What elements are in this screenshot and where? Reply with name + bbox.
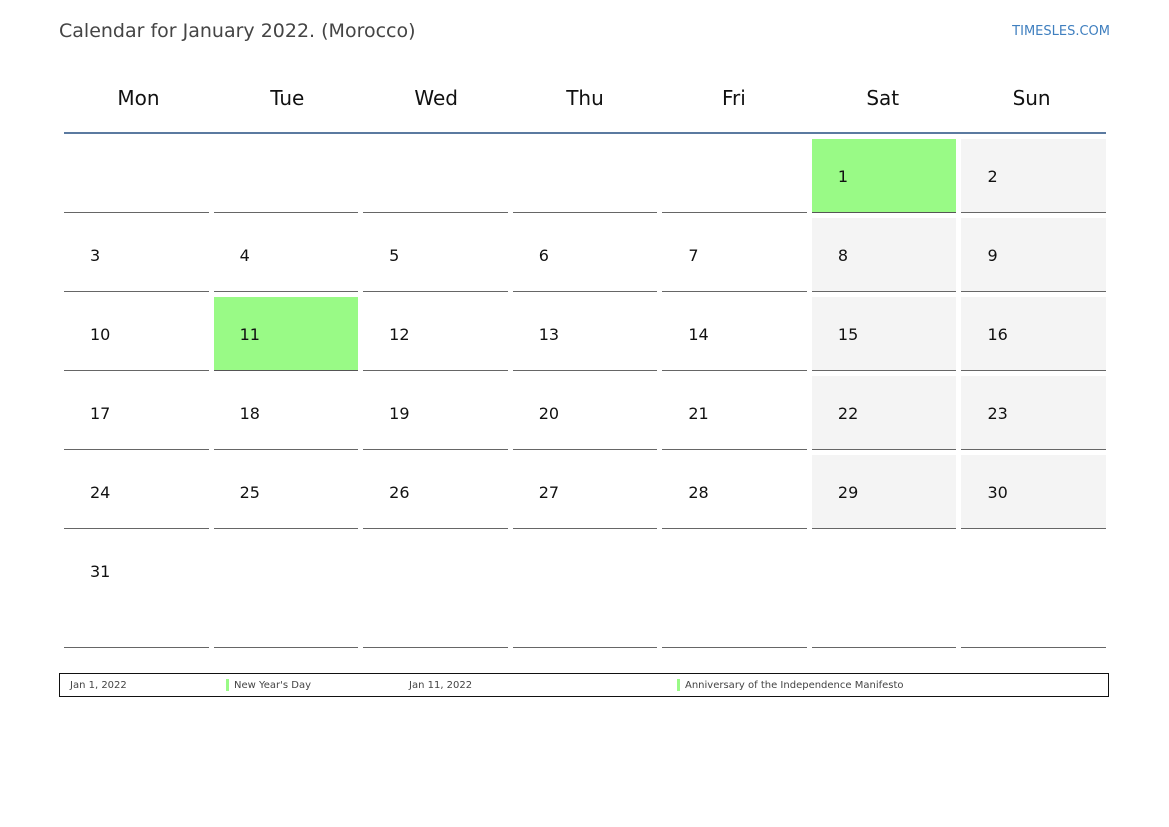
day-number: 27 [538, 483, 560, 502]
day-number: 7 [688, 246, 699, 265]
day-cell [64, 139, 209, 213]
weekday-fri: Fri [721, 86, 746, 110]
day-cell[interactable]: 13 [512, 297, 658, 371]
weekday-wed: Wed [414, 86, 458, 110]
day-cell [213, 534, 359, 648]
day-cell[interactable]: 15 [811, 297, 957, 371]
day-cell[interactable]: 28 [662, 455, 807, 529]
weekday-sun: Sun [1012, 86, 1051, 110]
day-cell[interactable]: 21 [662, 376, 807, 450]
day-number: 23 [987, 404, 1008, 423]
day-cell [662, 139, 807, 213]
day-number: 3 [90, 246, 101, 265]
day-cell[interactable]: 4 [213, 218, 359, 292]
legend-color-mark [677, 679, 680, 691]
day-cell[interactable]: 19 [363, 376, 508, 450]
day-number: 18 [239, 404, 260, 423]
day-number: 22 [837, 404, 859, 423]
day-cell[interactable]: 29 [811, 455, 957, 529]
day-number: 20 [538, 404, 560, 423]
day-number: 16 [987, 325, 1008, 344]
day-number: 12 [389, 325, 410, 344]
day-cell[interactable]: 10 [64, 297, 209, 371]
day-number: 10 [90, 325, 111, 344]
day-cell[interactable]: 3 [64, 218, 209, 292]
day-cell[interactable]: 14 [662, 297, 807, 371]
day-number: 6 [538, 246, 549, 265]
day-number: 17 [90, 404, 111, 423]
legend-color-mark [226, 679, 229, 691]
day-cell[interactable]: 17 [64, 376, 209, 450]
day-cell [213, 139, 359, 213]
week-row: 12 [64, 139, 1107, 213]
day-number: 1 [837, 167, 849, 186]
day-cell [363, 139, 508, 213]
page-title: Calendar for January 2022. (Morocco) [59, 20, 416, 42]
day-number: 2 [987, 167, 998, 186]
day-cell[interactable]: 9 [961, 218, 1107, 292]
day-cell[interactable]: 31 [64, 534, 209, 648]
day-cell[interactable]: 25 [213, 455, 359, 529]
day-cell[interactable]: 30 [961, 455, 1107, 529]
day-number: 31 [90, 562, 111, 581]
holiday-legend: Jan 1, 2022 New Year's Day Jan 11, 2022 … [59, 673, 1109, 697]
day-cell [961, 534, 1107, 648]
day-cell[interactable]: 22 [811, 376, 957, 450]
day-cell[interactable]: 1 [811, 139, 957, 213]
day-number: 8 [837, 246, 849, 265]
day-cell[interactable]: 6 [512, 218, 658, 292]
legend-date-1: Jan 1, 2022 [70, 680, 127, 691]
day-cell[interactable]: 23 [961, 376, 1107, 450]
day-number: 30 [987, 483, 1008, 502]
day-number: 21 [688, 404, 709, 423]
day-cell[interactable]: 27 [512, 455, 658, 529]
day-number: 5 [389, 246, 400, 265]
weekday-sat: Sat [866, 86, 900, 110]
weekday-thu: Thu [566, 86, 604, 110]
week-row: 24 25 26 27 28 29 30 [64, 455, 1107, 529]
day-cell[interactable]: 26 [363, 455, 508, 529]
calendar-grid: 1 2 3 4 5 6 7 8 9 10 11 12 13 14 15 16 17 18 19 20 21 22 23 24 2… [64, 139, 1107, 653]
day-cell [811, 534, 957, 648]
day-cell[interactable]: 11 [213, 297, 359, 371]
day-number: 13 [538, 325, 560, 344]
day-cell[interactable]: 7 [662, 218, 807, 292]
day-cell[interactable]: 2 [961, 139, 1107, 213]
day-cell[interactable]: 12 [363, 297, 508, 371]
day-number: 26 [389, 483, 410, 502]
week-row: 17 18 19 20 21 22 23 [64, 376, 1107, 450]
weekday-header-row: Mon Tue Wed Thu Fri Sat Sun [64, 70, 1106, 134]
legend-date-2: Jan 11, 2022 [409, 680, 473, 691]
site-link[interactable]: TIMESLES.COM [1012, 24, 1110, 39]
day-cell[interactable]: 5 [363, 218, 508, 292]
day-cell [662, 534, 807, 648]
day-number: 9 [987, 246, 998, 265]
day-number: 28 [688, 483, 709, 502]
day-number: 25 [239, 483, 260, 502]
day-cell [512, 139, 658, 213]
legend-holiday-1: New Year's Day [234, 680, 312, 691]
week-row: 10 11 12 13 14 15 16 [64, 297, 1107, 371]
weekday-mon: Mon [117, 86, 160, 110]
day-number: 4 [239, 246, 250, 265]
day-cell [512, 534, 658, 648]
day-number: 15 [837, 325, 859, 344]
weekday-tue: Tue [270, 86, 305, 110]
day-number: 11 [239, 325, 260, 344]
week-row: 31 [64, 534, 1107, 648]
legend-holiday-2: Anniversary of the Independence Manifest… [685, 680, 904, 691]
day-cell[interactable]: 16 [961, 297, 1107, 371]
day-cell[interactable]: 18 [213, 376, 359, 450]
day-cell[interactable]: 20 [512, 376, 658, 450]
day-number: 14 [688, 325, 709, 344]
day-number: 29 [837, 483, 859, 502]
day-cell [363, 534, 508, 648]
day-cell[interactable]: 8 [811, 218, 957, 292]
day-cell[interactable]: 24 [64, 455, 209, 529]
day-number: 19 [389, 404, 410, 423]
week-row: 3 4 5 6 7 8 9 [64, 218, 1107, 292]
day-number: 24 [90, 483, 111, 502]
